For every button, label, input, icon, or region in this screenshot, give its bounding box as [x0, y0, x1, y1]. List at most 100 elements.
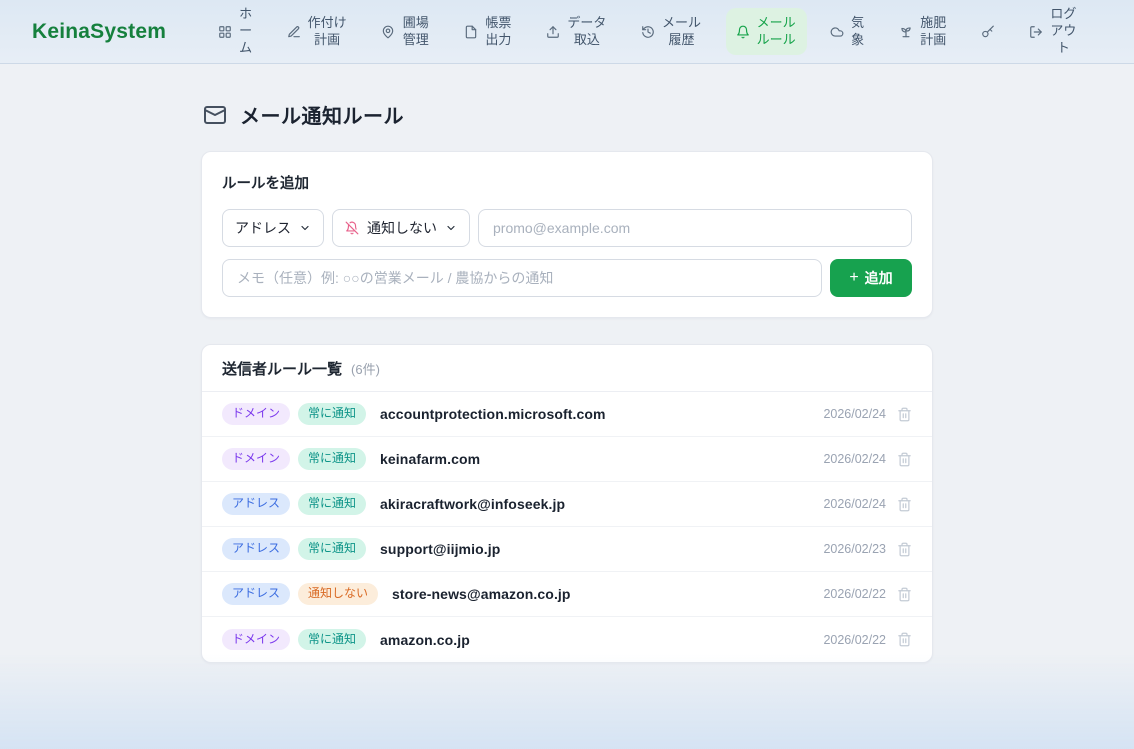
dashboard-icon — [218, 25, 232, 39]
page-header: メール通知ルール — [203, 100, 933, 129]
page-title: メール通知ルール — [240, 100, 404, 129]
rule-value: store-news@amazon.co.jp — [392, 586, 571, 602]
rule-type-badge: ドメイン — [222, 448, 290, 470]
rule-row: アドレス 通知しない store-news@amazon.co.jp 2026/… — [202, 572, 932, 617]
rule-action-badge: 常に通知 — [298, 448, 366, 470]
delete-rule-button[interactable] — [897, 407, 912, 422]
document-icon — [464, 25, 478, 39]
rule-value: akiracraftwork@infoseek.jp — [380, 496, 565, 512]
nav-item-key[interactable] — [971, 18, 1005, 46]
add-rule-button[interactable]: + 追加 — [830, 259, 912, 297]
top-navbar: KeinaSystem ホーム 作付け計画 圃場管理 帳票出力 データ取込 メー… — [0, 0, 1134, 64]
bell-icon — [736, 25, 750, 39]
rule-row: アドレス 常に通知 support@iijmio.jp 2026/02/23 — [202, 527, 932, 572]
rule-action-badge: 通知しない — [298, 583, 378, 605]
add-rule-title: ルールを追加 — [222, 172, 912, 193]
rule-value: support@iijmio.jp — [380, 541, 500, 557]
upload-icon — [546, 25, 560, 39]
delete-rule-button[interactable] — [897, 497, 912, 512]
nav-item-home[interactable]: ホーム — [208, 0, 263, 64]
logout-icon — [1029, 25, 1043, 39]
rule-value: amazon.co.jp — [380, 632, 470, 648]
rule-type-value: アドレス — [235, 218, 291, 238]
main-content: メール通知ルール ルールを追加 アドレス 通知しない — [201, 64, 933, 663]
rule-type-select[interactable]: アドレス — [222, 209, 324, 247]
rule-action-select[interactable]: 通知しない — [332, 209, 470, 247]
rule-action-value: 通知しない — [367, 218, 437, 238]
add-rule-card: ルールを追加 アドレス 通知しない + — [201, 151, 933, 318]
rule-action-badge: 常に通知 — [298, 403, 366, 425]
rule-date: 2026/02/22 — [823, 633, 886, 647]
rule-action-badge: 常に通知 — [298, 538, 366, 560]
rule-date: 2026/02/22 — [823, 587, 886, 601]
rule-action-badge: 常に通知 — [298, 493, 366, 515]
nav-item-fertilization-plan[interactable]: 施肥計画 — [889, 8, 958, 56]
key-icon — [981, 25, 995, 39]
nav-label-report-output: 帳票出力 — [484, 15, 513, 49]
rules-count: (6件) — [351, 359, 380, 378]
nav-item-mail-history[interactable]: メール履歴 — [631, 8, 712, 56]
nav-item-data-import[interactable]: データ取込 — [536, 8, 617, 56]
rule-row: ドメイン 常に通知 accountprotection.microsoft.co… — [202, 392, 932, 437]
rule-date: 2026/02/24 — [823, 407, 886, 421]
rules-list-header: 送信者ルール一覧 (6件) — [202, 345, 932, 392]
main-nav: ホーム 作付け計画 圃場管理 帳票出力 データ取込 メール履歴 メールルール 気… — [208, 0, 1088, 64]
rule-value: accountprotection.microsoft.com — [380, 406, 606, 422]
chevron-down-icon — [299, 222, 311, 234]
rule-memo-input[interactable] — [222, 259, 822, 297]
rules-list-title: 送信者ルール一覧 — [222, 358, 342, 379]
rule-date: 2026/02/24 — [823, 452, 886, 466]
pencil-icon — [287, 25, 301, 39]
rule-type-badge: ドメイン — [222, 629, 290, 651]
nav-item-planting-plan[interactable]: 作付け計画 — [277, 8, 358, 56]
rule-row: アドレス 常に通知 akiracraftwork@infoseek.jp 202… — [202, 482, 932, 527]
nav-label-weather: 気象 — [850, 15, 865, 49]
nav-item-mail-rules[interactable]: メールルール — [726, 8, 807, 56]
trash-icon — [897, 407, 912, 422]
mail-icon — [203, 103, 227, 127]
delete-rule-button[interactable] — [897, 587, 912, 602]
nav-label-fertilization-plan: 施肥計画 — [919, 15, 948, 49]
nav-label-logout: ログアウト — [1049, 6, 1078, 57]
add-rule-row-1: アドレス 通知しない — [222, 209, 912, 247]
nav-label-mail-rules: メールルール — [756, 15, 797, 49]
rule-row: ドメイン 常に通知 amazon.co.jp 2026/02/22 — [202, 617, 932, 662]
rules-list-body: ドメイン 常に通知 accountprotection.microsoft.co… — [202, 392, 932, 662]
add-rule-row-2: + 追加 — [222, 259, 912, 297]
rule-value: keinafarm.com — [380, 451, 480, 467]
nav-label-mail-history: メール履歴 — [661, 15, 702, 49]
trash-icon — [897, 587, 912, 602]
plus-icon: + — [849, 270, 858, 286]
rule-type-badge: アドレス — [222, 538, 290, 560]
history-icon — [641, 25, 655, 39]
rule-type-badge: アドレス — [222, 583, 290, 605]
rule-target-input[interactable] — [478, 209, 912, 247]
map-pin-icon — [381, 25, 395, 39]
trash-icon — [897, 632, 912, 647]
brand-logo[interactable]: KeinaSystem — [32, 20, 166, 44]
nav-label-data-import: データ取込 — [566, 15, 607, 49]
nav-label-home: ホーム — [238, 6, 253, 57]
nav-label-planting-plan: 作付け計画 — [307, 15, 348, 49]
nav-label-field-management: 圃場管理 — [401, 15, 430, 49]
rule-type-badge: ドメイン — [222, 403, 290, 425]
rules-list-card: 送信者ルール一覧 (6件) ドメイン 常に通知 accountprotectio… — [201, 344, 933, 663]
trash-icon — [897, 542, 912, 557]
delete-rule-button[interactable] — [897, 632, 912, 647]
nav-item-field-management[interactable]: 圃場管理 — [371, 8, 440, 56]
sprout-icon — [899, 25, 913, 39]
rule-row: ドメイン 常に通知 keinafarm.com 2026/02/24 — [202, 437, 932, 482]
cloud-icon — [830, 25, 844, 39]
rule-date: 2026/02/24 — [823, 497, 886, 511]
trash-icon — [897, 497, 912, 512]
trash-icon — [897, 452, 912, 467]
chevron-down-icon — [445, 222, 457, 234]
nav-item-logout[interactable]: ログアウト — [1019, 0, 1088, 64]
rule-type-badge: アドレス — [222, 493, 290, 515]
nav-item-report-output[interactable]: 帳票出力 — [454, 8, 523, 56]
delete-rule-button[interactable] — [897, 452, 912, 467]
rule-date: 2026/02/23 — [823, 542, 886, 556]
rule-action-badge: 常に通知 — [298, 629, 366, 651]
nav-item-weather[interactable]: 気象 — [820, 8, 875, 56]
delete-rule-button[interactable] — [897, 542, 912, 557]
